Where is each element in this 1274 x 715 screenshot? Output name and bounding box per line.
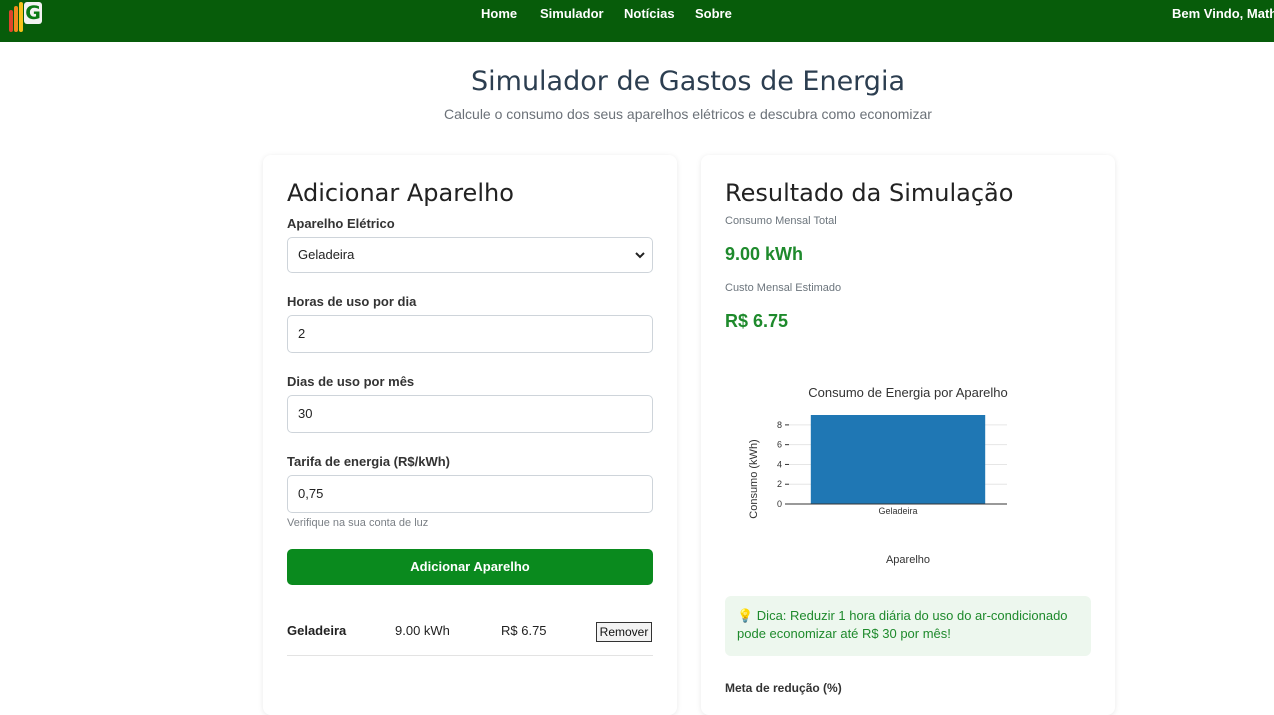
top-navbar: G Home Simulador Notícias Sobre Bem Vind… bbox=[0, 0, 1274, 42]
appliance-select-value: Geladeira bbox=[298, 247, 355, 262]
appliance-row-name: Geladeira bbox=[287, 623, 347, 638]
appliance-row-consumption: 9.00 kWh bbox=[395, 623, 450, 638]
welcome-user[interactable]: Bem Vindo, Mathe bbox=[1172, 6, 1274, 21]
remove-button[interactable]: Remover bbox=[596, 622, 652, 642]
chart-y-tick-label: 6 bbox=[777, 440, 782, 450]
result-card: Resultado da Simulação Consumo Mensal To… bbox=[701, 155, 1115, 715]
monthly-cost-label: Custo Mensal Estimado bbox=[725, 282, 842, 294]
chart-title: Consumo de Energia por Aparelho bbox=[808, 385, 1007, 400]
nav-simulador[interactable]: Simulador bbox=[540, 6, 604, 21]
logo-bar-yellow bbox=[19, 2, 23, 32]
chart-y-tick-label: 8 bbox=[777, 420, 782, 430]
chart-bar bbox=[810, 415, 986, 504]
chart-y-label: Consumo (kWh) bbox=[748, 439, 760, 518]
page-title: Simulador de Gastos de Energia bbox=[471, 66, 905, 97]
appliance-row-cost: R$ 6.75 bbox=[501, 623, 547, 638]
appliance-label: Aparelho Elétrico bbox=[287, 216, 395, 231]
hours-label: Horas de uso por dia bbox=[287, 294, 417, 309]
consumption-chart-svg: Consumo de Energia por Aparelho Aparelho… bbox=[748, 385, 1008, 566]
nav-home[interactable]: Home bbox=[481, 6, 517, 21]
chart-plot-area: 0 2 4 6 8 Geladeira bbox=[777, 415, 1007, 516]
tariff-input[interactable]: 0,75 bbox=[287, 475, 653, 513]
chart-y-tick-label: 2 bbox=[777, 479, 782, 489]
logo-bar-red bbox=[9, 10, 13, 32]
tariff-label: Tarifa de energia (R$/kWh) bbox=[287, 454, 451, 469]
monthly-cost-value: R$ 6.75 bbox=[725, 311, 789, 331]
logo-icon[interactable]: G bbox=[9, 0, 43, 32]
hours-input[interactable]: 2 bbox=[287, 315, 653, 353]
reduction-goal-label: Meta de redução (%) bbox=[725, 681, 842, 695]
nav-noticias[interactable]: Notícias bbox=[624, 6, 675, 21]
chevron-down-icon bbox=[635, 252, 645, 259]
page-subtitle: Calcule o consumo dos seus aparelhos elé… bbox=[444, 106, 932, 122]
days-input[interactable]: 30 bbox=[287, 395, 653, 433]
chart-y-tick-label: 0 bbox=[777, 499, 782, 509]
nav-sobre[interactable]: Sobre bbox=[695, 6, 732, 21]
form-title: Adicionar Aparelho bbox=[287, 179, 514, 207]
tip-box: 💡 Dica: Reduzir 1 hora diária do uso do … bbox=[725, 596, 1091, 656]
days-label: Dias de uso por mês bbox=[287, 374, 415, 389]
total-consumption-value: 9.00 kWh bbox=[725, 244, 804, 264]
chart-x-label: Aparelho bbox=[886, 554, 930, 566]
tariff-hint: Verifique na sua conta de luz bbox=[287, 517, 429, 529]
chart-x-tick-label: Geladeira bbox=[878, 506, 917, 516]
appliance-row: Geladeira 9.00 kWh R$ 6.75 Remover bbox=[287, 615, 653, 656]
chart-y-tick-label: 4 bbox=[777, 459, 782, 469]
logo-letter: G bbox=[24, 2, 42, 24]
appliance-select[interactable]: Geladeira bbox=[287, 237, 653, 273]
logo-bar-orange bbox=[14, 6, 18, 32]
add-appliance-card: Adicionar Aparelho Aparelho Elétrico Gel… bbox=[263, 155, 677, 715]
add-appliance-button[interactable]: Adicionar Aparelho bbox=[287, 549, 653, 585]
consumption-chart: Consumo de Energia por Aparelho Aparelho… bbox=[725, 375, 1091, 575]
result-title: Resultado da Simulação bbox=[725, 179, 1014, 207]
total-consumption-label: Consumo Mensal Total bbox=[725, 215, 837, 227]
